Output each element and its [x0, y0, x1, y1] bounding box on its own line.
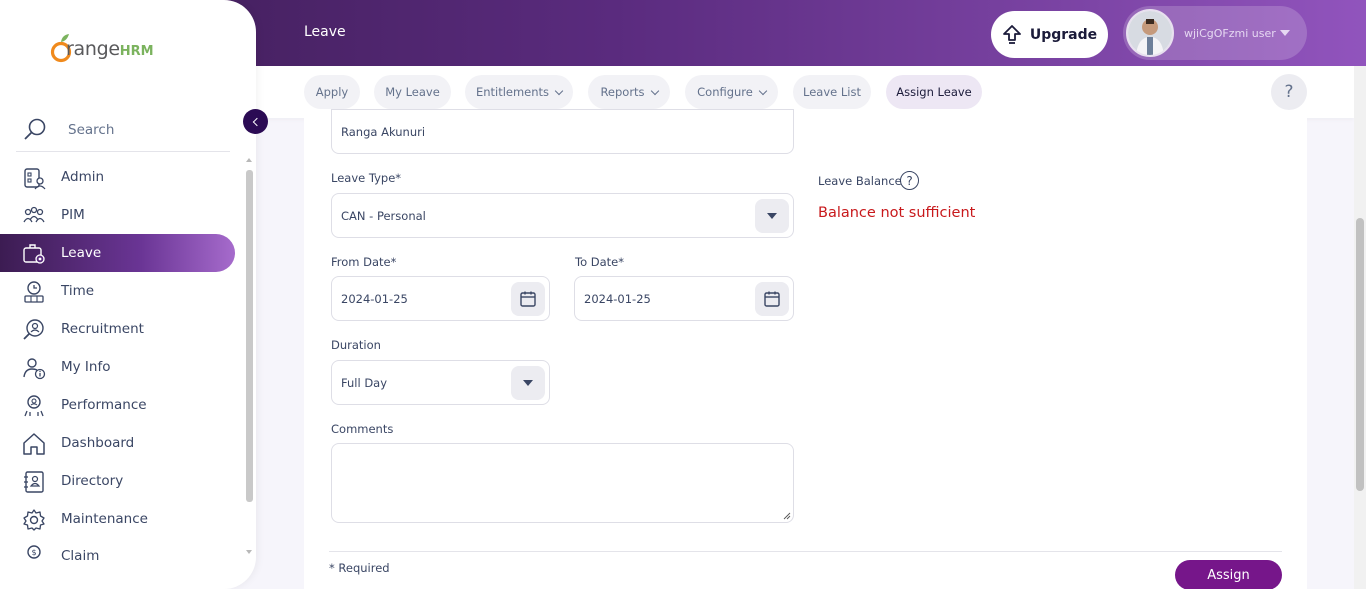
- balance-warning-message: Balance not sufficient: [818, 205, 976, 221]
- user-dropdown[interactable]: wjiCgOFzmi user: [1123, 6, 1307, 60]
- to-date-input[interactable]: 2024-01-25: [574, 276, 794, 321]
- sidebar-item-admin[interactable]: Admin: [0, 158, 235, 196]
- leave-balance-label: Leave Balance: [818, 174, 902, 188]
- duration-dropdown-button[interactable]: [511, 366, 545, 400]
- to-date-label: To Date*: [575, 255, 624, 269]
- claim-icon: $: [27, 545, 41, 559]
- tab-configure[interactable]: Configure: [685, 75, 778, 109]
- calendar-icon: [764, 291, 780, 307]
- page-title: Leave: [304, 24, 346, 40]
- tab-apply[interactable]: Apply: [304, 75, 360, 109]
- to-date-calendar-button[interactable]: [755, 282, 789, 316]
- from-date-input[interactable]: 2024-01-25: [331, 276, 550, 321]
- orangehrm-logo: rangeHRM: [50, 30, 170, 66]
- caret-down-icon: [523, 380, 533, 386]
- tab-assign-leave[interactable]: Assign Leave: [886, 75, 982, 109]
- sidebar-item-recruitment[interactable]: Recruitment: [0, 310, 235, 348]
- sidebar-scrollbar[interactable]: [244, 158, 254, 560]
- sidebar-item-dashboard[interactable]: Dashboard: [0, 424, 235, 462]
- leave-icon: [23, 244, 45, 264]
- caret-down-icon: [1279, 30, 1290, 36]
- upgrade-arrow-icon: [1002, 24, 1021, 44]
- tab-leave-list[interactable]: Leave List: [793, 75, 871, 109]
- help-button[interactable]: ?: [1271, 74, 1307, 110]
- tab-entitlements[interactable]: Entitlements: [465, 75, 573, 109]
- from-date-calendar-button[interactable]: [511, 282, 545, 316]
- scroll-down-arrow-icon[interactable]: [246, 550, 252, 554]
- gear-icon: [23, 509, 45, 531]
- svg-text:$: $: [31, 548, 36, 557]
- employee-name-input[interactable]: Ranga Akunuri: [331, 109, 794, 154]
- sidebar-item-claim[interactable]: $ Claim: [0, 538, 235, 562]
- page-scrollbar[interactable]: [1354, 66, 1366, 589]
- required-note: * Required: [329, 561, 390, 575]
- my-info-icon: [23, 358, 46, 380]
- admin-icon: [24, 168, 46, 190]
- sidebar-item-maintenance[interactable]: Maintenance: [0, 500, 235, 538]
- sidebar-collapse-button[interactable]: [243, 109, 268, 134]
- chevron-down-icon: [650, 86, 659, 95]
- time-icon: [24, 281, 44, 303]
- home-icon: [23, 433, 45, 455]
- scroll-up-arrow-icon[interactable]: [246, 158, 252, 162]
- chevron-down-icon: [554, 86, 564, 95]
- page-scrollbar-thumb[interactable]: [1356, 218, 1364, 491]
- leave-type-select[interactable]: CAN - Personal: [331, 193, 794, 238]
- user-name: wjiCgOFzmi user: [1184, 26, 1276, 40]
- leave-balance-help-icon[interactable]: ?: [900, 171, 919, 190]
- recruitment-icon: [23, 319, 44, 340]
- duration-select[interactable]: Full Day: [331, 360, 550, 405]
- sidebar-item-time[interactable]: Time: [0, 272, 235, 310]
- directory-icon: [24, 471, 44, 493]
- form-divider: [329, 551, 1282, 552]
- logo-text: range: [66, 38, 120, 60]
- duration-label: Duration: [331, 338, 381, 352]
- chevron-down-icon: [758, 86, 768, 95]
- resize-grip-icon[interactable]: [783, 512, 791, 520]
- performance-icon: [24, 395, 44, 417]
- from-date-label: From Date*: [331, 255, 397, 269]
- tab-my-leave[interactable]: My Leave: [374, 75, 451, 109]
- caret-down-icon: [767, 213, 777, 219]
- sidebar-search[interactable]: Search: [16, 108, 230, 152]
- search-icon: [24, 118, 46, 140]
- sidebar-item-leave[interactable]: Leave: [0, 234, 235, 272]
- tab-reports[interactable]: Reports: [588, 75, 670, 109]
- sidebar-item-my-info[interactable]: My Info: [0, 348, 235, 386]
- upgrade-label: Upgrade: [1029, 26, 1098, 43]
- sidebar-item-performance[interactable]: Performance: [0, 386, 235, 424]
- sidebar-item-directory[interactable]: Directory: [0, 462, 235, 500]
- comments-textarea[interactable]: [331, 443, 794, 523]
- pim-icon: [23, 206, 45, 223]
- logo-suffix: HRM: [119, 44, 154, 59]
- avatar: [1126, 9, 1174, 57]
- sidebar-item-pim[interactable]: PIM: [0, 196, 235, 234]
- calendar-icon: [520, 291, 536, 307]
- upgrade-button[interactable]: Upgrade: [991, 11, 1108, 58]
- sidebar-scrollbar-thumb[interactable]: [246, 170, 253, 502]
- leave-type-dropdown-button[interactable]: [755, 199, 789, 233]
- assign-button[interactable]: Assign: [1175, 560, 1282, 589]
- leave-type-label: Leave Type*: [331, 171, 402, 185]
- chevron-left-icon: [252, 117, 261, 126]
- sidebar: rangeHRM Search Admin PIM Leave Time Rec…: [0, 0, 256, 589]
- comments-label: Comments: [331, 422, 394, 436]
